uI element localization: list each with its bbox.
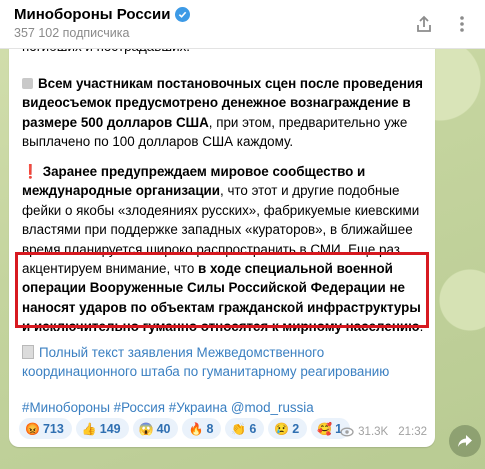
eye-icon	[340, 427, 354, 437]
share-icon[interactable]	[414, 14, 434, 34]
verified-icon	[175, 7, 191, 22]
reaction-angry[interactable]: 😡 713	[19, 418, 72, 439]
forward-button[interactable]	[449, 425, 481, 457]
reaction-cry[interactable]: 😢 2	[268, 418, 308, 439]
statement-link[interactable]: Полный текст заявления Межведомственного…	[22, 343, 432, 382]
view-count: 31.3K	[358, 426, 389, 438]
exclamation-icon: ❗	[22, 164, 39, 179]
reaction-thumbs-up[interactable]: 👍 149	[75, 418, 129, 439]
channel-title[interactable]: Минобороны России	[14, 6, 191, 23]
reaction-fire[interactable]: 🔥 8	[182, 418, 222, 439]
document-icon	[22, 345, 34, 359]
channel-header[interactable]: Минобороны России 357 102 подписчика	[0, 0, 485, 49]
more-icon[interactable]	[452, 14, 472, 34]
message-time: 21:32	[398, 426, 427, 438]
paragraph-payment: Всем участникам постановочных сцен после…	[22, 76, 423, 150]
subscriber-count: 357 102 подписчика	[14, 26, 130, 40]
message-meta: 31.3K 21:32	[340, 426, 427, 438]
reaction-scream[interactable]: 😱 40	[132, 418, 179, 439]
reaction-clap[interactable]: 👏 6	[225, 418, 265, 439]
channel-name: Минобороны России	[14, 6, 171, 23]
bullet-square-icon	[22, 78, 33, 89]
hashtags[interactable]: #Минобороны #Россия #Украина @mod_russia	[22, 398, 432, 417]
channel-post: погибших и пострадавших. Всем участникам…	[9, 34, 435, 447]
forward-icon	[458, 435, 472, 447]
paragraph-warning: ❗ Заранее предупреждаем мировое сообществ…	[22, 164, 424, 335]
reactions-bar: 😡 713 👍 149 😱 40 🔥 8 👏 6 😢 2 🥰 1	[19, 418, 351, 439]
